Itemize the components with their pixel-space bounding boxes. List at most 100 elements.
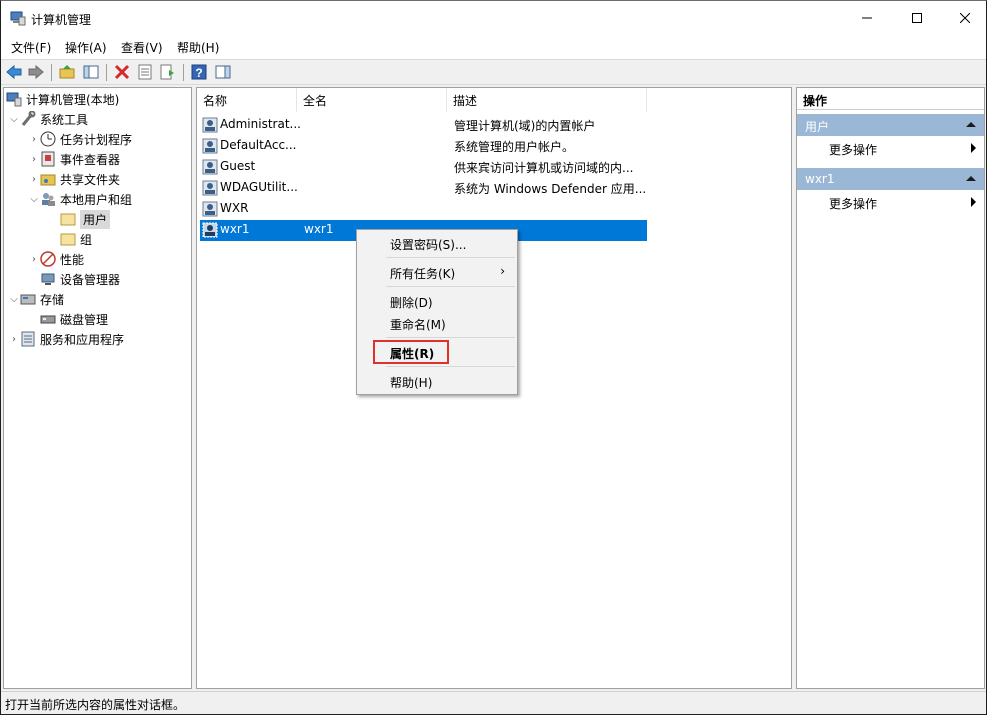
actions-section-users[interactable]: 用户: [797, 114, 984, 136]
table-row[interactable]: Guest 供来宾访问计算机或访问域的内...: [200, 157, 647, 178]
minimize-button[interactable]: [844, 1, 890, 35]
tree-label: 设备管理器: [60, 272, 121, 287]
table-row[interactable]: WDAGUtilit... 系统为 Windows Defender 应用...: [200, 178, 647, 199]
table-row[interactable]: WXR: [200, 199, 647, 220]
tree-label: 计算机管理(本地): [26, 92, 120, 107]
menu-item-set-password[interactable]: 设置密码(S)...: [357, 232, 517, 254]
svg-text:?: ?: [195, 66, 202, 80]
menu-help[interactable]: 帮助(H): [177, 39, 219, 56]
toolbar-separator: [183, 64, 184, 81]
tree-item-shared-folders[interactable]: › 共享文件夹: [28, 169, 120, 189]
column-header-name[interactable]: 名称: [197, 88, 297, 112]
chevron-right-icon[interactable]: ›: [8, 329, 20, 349]
table-row[interactable]: DefaultAcc... 系统管理的用户帐户。: [200, 136, 647, 157]
menu-separator: [386, 286, 515, 287]
forward-button[interactable]: [27, 63, 45, 81]
collapse-triangle-icon[interactable]: [966, 122, 976, 127]
more-actions-wxr1[interactable]: 更多操作: [797, 192, 984, 212]
action-pane-icon: [215, 65, 231, 79]
show-hide-action-pane-button[interactable]: [214, 63, 232, 81]
tree-item-system-tools[interactable]: ⌵ 系统工具: [8, 109, 88, 129]
tree-item-services-apps[interactable]: › 服务和应用程序: [8, 329, 124, 349]
folder-up-icon: [59, 65, 75, 79]
export-list-button[interactable]: [159, 63, 177, 81]
tree-label: 系统工具: [40, 112, 89, 127]
tree-item-groups[interactable]: 组: [60, 229, 92, 249]
user-name: Administrat...: [220, 117, 301, 131]
user-description: 供来宾访问计算机或访问域的内...: [454, 161, 634, 175]
folder-icon: [60, 211, 76, 227]
table-row[interactable]: Administrat... 管理计算机(域)的内置帐户: [200, 115, 647, 136]
chevron-down-icon[interactable]: ⌵: [8, 109, 20, 129]
chevron-right-icon[interactable]: ›: [28, 149, 40, 169]
up-level-button[interactable]: [58, 63, 76, 81]
disk-icon: [40, 311, 56, 327]
users-group-icon: [40, 191, 56, 207]
close-button[interactable]: [942, 1, 987, 35]
minimize-icon: [862, 17, 872, 19]
more-actions-label: 更多操作: [829, 143, 878, 157]
tree-label: 组: [80, 232, 93, 247]
menu-file[interactable]: 文件(F): [11, 39, 51, 56]
tree-label: 任务计划程序: [60, 132, 133, 147]
submenu-arrow-icon: [971, 197, 976, 207]
menu-item-delete[interactable]: 删除(D): [357, 290, 517, 312]
actions-section-wxr1[interactable]: wxr1: [797, 168, 984, 190]
chevron-right-icon[interactable]: ›: [28, 169, 40, 189]
menu-item-label: 所有任务(K): [390, 267, 456, 281]
menu-action[interactable]: 操作(A): [65, 39, 107, 56]
delete-button[interactable]: [113, 63, 131, 81]
tree-item-task-scheduler[interactable]: › 任务计划程序: [28, 129, 132, 149]
user-fullname: wxr1: [304, 222, 334, 236]
back-arrow-icon: [6, 64, 22, 80]
chevron-down-icon[interactable]: ⌵: [28, 189, 40, 209]
chevron-right-icon[interactable]: ›: [28, 129, 40, 149]
computer-management-icon: [10, 11, 26, 26]
tree-item-device-manager[interactable]: 设备管理器: [40, 269, 120, 289]
chevron-down-icon[interactable]: ⌵: [8, 289, 20, 309]
column-header-description[interactable]: 描述: [447, 88, 647, 112]
actions-pane: 操作 用户 更多操作 wxr1 更多操作: [796, 87, 985, 689]
back-button[interactable]: [5, 63, 23, 81]
folder-icon: [60, 231, 76, 247]
user-name: wxr1: [220, 222, 250, 236]
export-list-icon: [160, 64, 174, 80]
collapse-triangle-icon[interactable]: [966, 176, 976, 181]
user-name: WDAGUtilit...: [220, 180, 298, 194]
help-question-icon: ?: [191, 64, 207, 80]
title-bar: 计算机管理: [1, 1, 986, 35]
forward-arrow-icon: [28, 64, 44, 80]
menu-item-all-tasks[interactable]: 所有任务(K) ›: [357, 261, 517, 283]
menu-separator: [386, 366, 515, 367]
maximize-button[interactable]: [894, 1, 940, 35]
event-viewer-icon: [40, 151, 56, 167]
tree-item-performance[interactable]: › 性能: [28, 249, 84, 269]
toolbar-separator: [106, 64, 107, 81]
menu-view[interactable]: 查看(V): [121, 39, 163, 56]
properties-button[interactable]: [136, 63, 154, 81]
help-button[interactable]: ?: [190, 63, 208, 81]
tree-item-local-users-groups[interactable]: ⌵ 本地用户和组: [28, 189, 132, 209]
tree-label: 共享文件夹: [60, 172, 121, 187]
show-hide-tree-button[interactable]: [82, 63, 100, 81]
user-icon: [202, 117, 218, 133]
actions-title: 操作: [797, 88, 984, 110]
more-actions-label: 更多操作: [829, 197, 878, 211]
tree-item-disk-management[interactable]: 磁盘管理: [40, 309, 108, 329]
highlight-box: [373, 340, 449, 364]
tree-label: 用户: [80, 209, 111, 229]
tree-label: 性能: [60, 252, 85, 267]
tree-item-root[interactable]: 计算机管理(本地): [6, 89, 119, 109]
user-icon: [202, 138, 218, 154]
delete-x-icon: [114, 64, 130, 80]
menu-item-help[interactable]: 帮助(H): [357, 370, 517, 392]
tree-item-event-viewer[interactable]: › 事件查看器: [28, 149, 120, 169]
menu-item-rename[interactable]: 重命名(M): [357, 312, 517, 334]
user-name: Guest: [220, 159, 256, 173]
tree-item-storage[interactable]: ⌵ 存储: [8, 289, 64, 309]
maximize-icon: [912, 13, 922, 23]
tree-item-users[interactable]: 用户: [60, 209, 111, 229]
column-header-fullname[interactable]: 全名: [297, 88, 447, 112]
more-actions-users[interactable]: 更多操作: [797, 138, 984, 158]
chevron-right-icon[interactable]: ›: [28, 249, 40, 269]
